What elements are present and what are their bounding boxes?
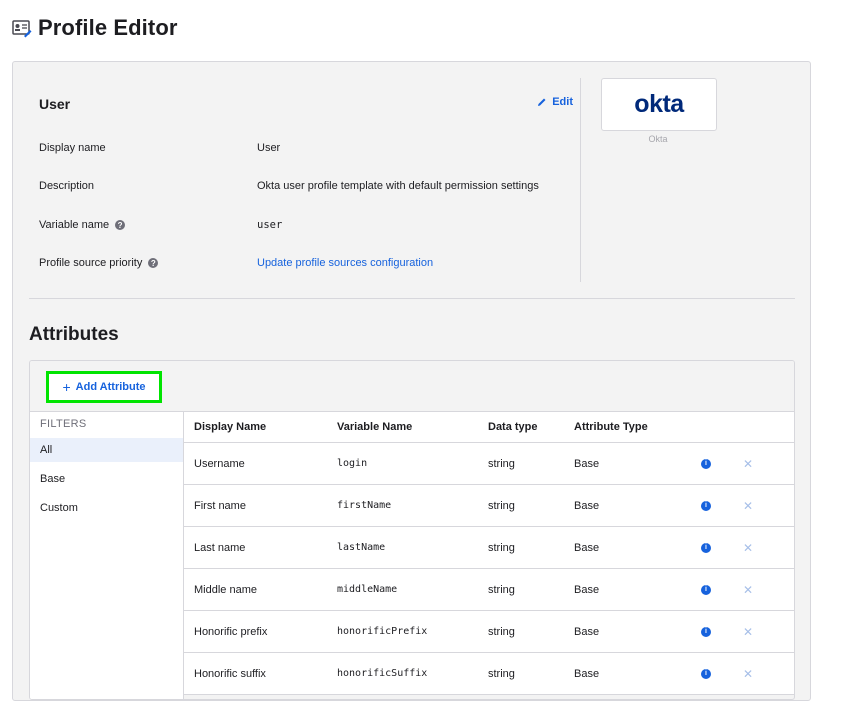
profile-editor-icon: [12, 18, 32, 38]
help-icon[interactable]: ?: [115, 220, 126, 230]
variable-name-cell: lastName: [337, 542, 386, 553]
close-icon[interactable]: ✕: [743, 457, 753, 471]
column-header-attribute-type[interactable]: Attribute Type: [574, 412, 648, 442]
section-divider: [29, 298, 795, 299]
table-header: Display Name Variable Name Data type Att…: [184, 412, 794, 443]
user-profile-section: User Edit Display name User Description …: [39, 84, 573, 284]
attributes-card: + Add Attribute FILTERS All Base Custom …: [29, 360, 795, 700]
table-row: Last name lastName string Base i ✕: [184, 527, 794, 569]
close-icon[interactable]: ✕: [743, 541, 753, 555]
description-label: Description: [39, 180, 95, 192]
page-header: Profile Editor: [12, 14, 178, 42]
close-icon[interactable]: ✕: [743, 667, 753, 681]
display-name-cell: Username: [194, 457, 245, 470]
data-type-cell: string: [488, 499, 515, 512]
okta-logo-text: okta: [634, 90, 684, 118]
attribute-type-cell: Base: [574, 499, 600, 512]
data-type-cell: string: [488, 457, 515, 470]
update-profile-sources-link[interactable]: Update profile sources configuration: [257, 257, 433, 269]
display-name-cell: Middle name: [194, 583, 257, 596]
column-header-display-name[interactable]: Display Name: [194, 412, 266, 442]
display-name-cell: Honorific prefix: [194, 625, 268, 638]
variable-name-cell: honorificSuffix: [337, 668, 428, 679]
attributes-heading: Attributes: [29, 324, 119, 345]
data-type-cell: string: [488, 583, 515, 596]
close-icon[interactable]: ✕: [743, 625, 753, 639]
column-header-data-type[interactable]: Data type: [488, 412, 538, 442]
attributes-table: Display Name Variable Name Data type Att…: [184, 412, 794, 695]
variable-name-cell: firstName: [337, 500, 392, 511]
filter-custom[interactable]: Custom: [30, 496, 183, 520]
attribute-type-cell: Base: [574, 625, 600, 638]
display-name-row: Display name User: [39, 138, 579, 158]
info-icon[interactable]: i: [701, 668, 711, 679]
table-row: Honorific prefix honorificPrefix string …: [184, 611, 794, 653]
display-name-cell: Last name: [194, 541, 246, 554]
info-icon[interactable]: i: [701, 458, 711, 469]
user-profile-heading: User: [39, 96, 71, 112]
variable-name-cell: middleName: [337, 584, 398, 595]
display-name-label: Display name: [39, 142, 106, 154]
variable-name-cell: honorificPrefix: [337, 626, 428, 637]
edit-label: Edit: [552, 96, 573, 108]
data-type-cell: string: [488, 541, 515, 554]
attribute-type-cell: Base: [574, 667, 600, 680]
table-row: Username login string Base i ✕: [184, 443, 794, 485]
variable-name-label: Variable name: [39, 219, 110, 231]
filters-sidebar: FILTERS All Base Custom: [30, 412, 184, 699]
add-attribute-button[interactable]: + Add Attribute: [46, 371, 162, 403]
description-row: Description Okta user profile template w…: [39, 176, 579, 196]
close-icon[interactable]: ✕: [743, 583, 753, 597]
data-type-cell: string: [488, 667, 515, 680]
variable-name-row: Variable name ? user: [39, 215, 579, 235]
table-row: First name firstName string Base i ✕: [184, 485, 794, 527]
help-icon[interactable]: ?: [148, 258, 159, 268]
filters-heading: FILTERS: [40, 418, 87, 430]
page-title: Profile Editor: [38, 15, 178, 40]
okta-logo: okta: [601, 78, 717, 131]
profile-source-priority-label: Profile source priority: [39, 257, 143, 269]
info-icon[interactable]: i: [701, 584, 711, 595]
table-row: Middle name middleName string Base i ✕: [184, 569, 794, 611]
plus-icon: +: [62, 379, 71, 395]
display-name-cell: Honorific suffix: [194, 667, 266, 680]
description-value: Okta user profile template with default …: [257, 180, 539, 192]
data-type-cell: string: [488, 625, 515, 638]
profile-panel: User Edit Display name User Description …: [12, 61, 811, 701]
attributes-toolbar: + Add Attribute: [30, 361, 794, 412]
vertical-divider: [580, 78, 581, 282]
attribute-type-cell: Base: [574, 457, 600, 470]
pencil-icon: [538, 98, 546, 106]
info-icon[interactable]: i: [701, 542, 711, 553]
edit-button[interactable]: Edit: [537, 96, 573, 108]
profile-source-priority-row: Profile source priority ? Update profile…: [39, 253, 579, 273]
display-name-cell: First name: [194, 499, 246, 512]
filter-base[interactable]: Base: [30, 467, 183, 491]
logo-caption: Okta: [648, 134, 668, 144]
attribute-type-cell: Base: [574, 541, 600, 554]
variable-name-value: user: [257, 219, 283, 231]
column-header-variable-name[interactable]: Variable Name: [337, 412, 412, 442]
attribute-type-cell: Base: [574, 583, 600, 596]
filter-all[interactable]: All: [30, 438, 183, 462]
info-icon[interactable]: i: [701, 500, 711, 511]
close-icon[interactable]: ✕: [743, 499, 753, 513]
info-icon[interactable]: i: [701, 626, 711, 637]
variable-name-cell: login: [337, 458, 368, 469]
display-name-value: User: [257, 142, 281, 154]
table-row: Honorific suffix honorificSuffix string …: [184, 653, 794, 695]
add-attribute-label: Add Attribute: [75, 381, 146, 393]
